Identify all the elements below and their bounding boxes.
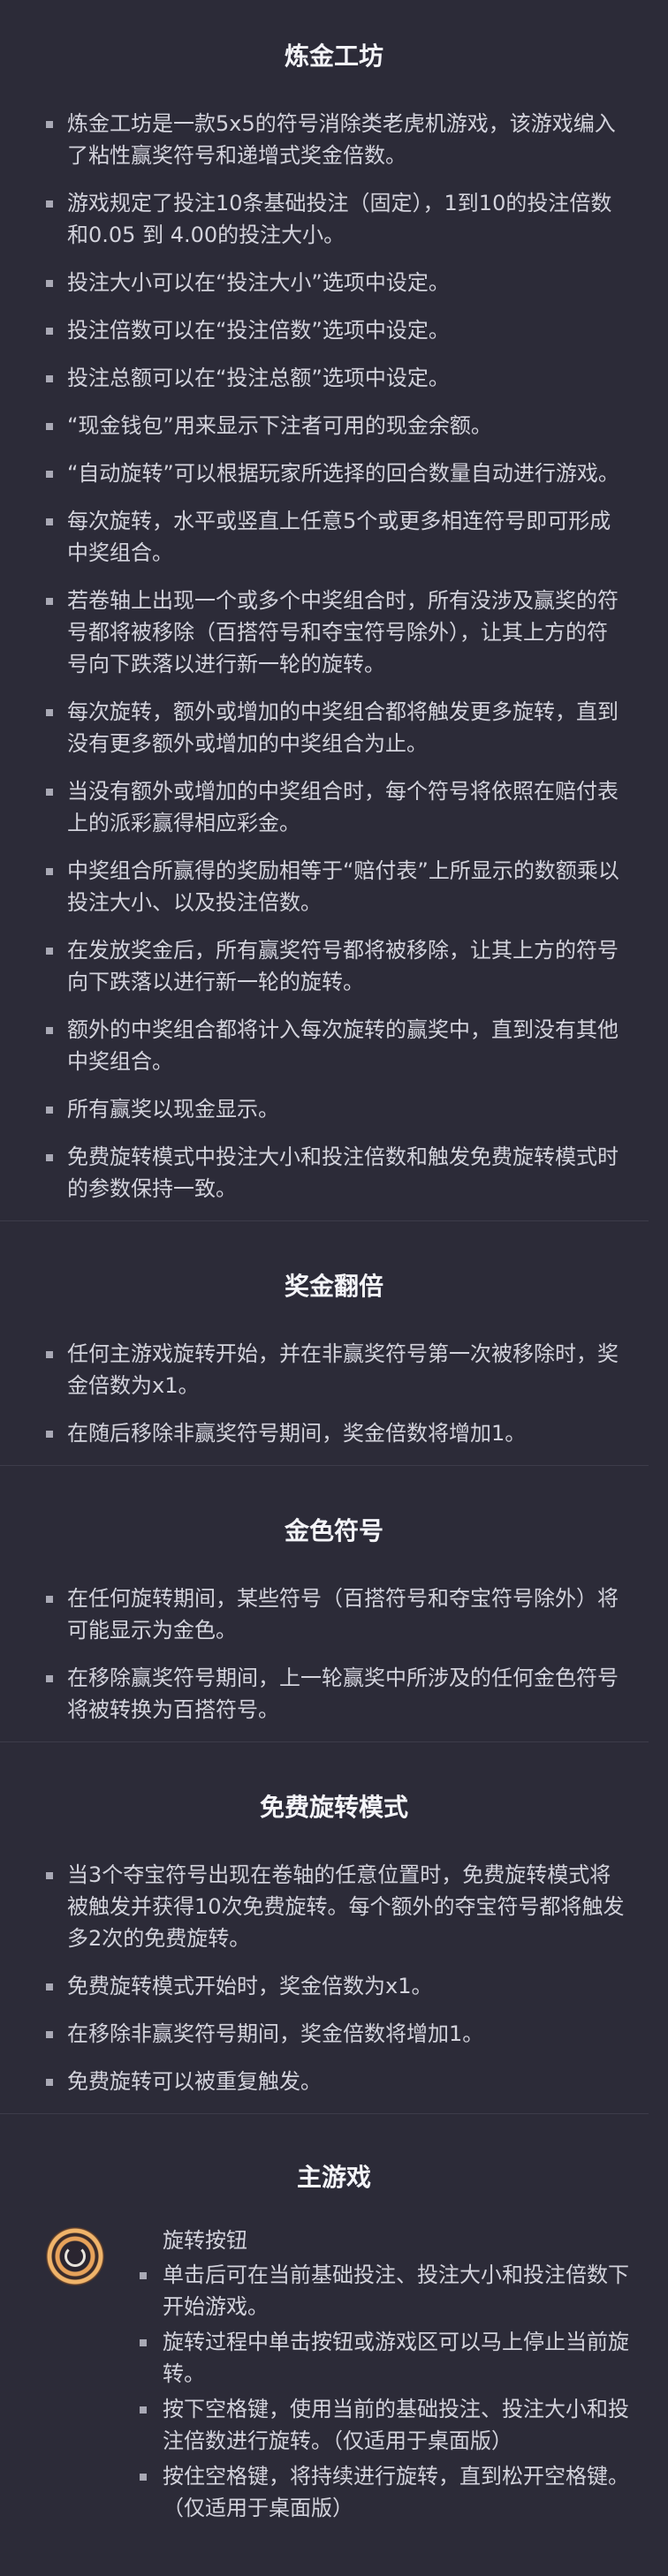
list-item: 任何主游戏旋转开始，并在非赢奖符号第一次被移除时，奖金倍数为x1。 bbox=[46, 1338, 626, 1401]
list-item: 按下空格键，使用当前的基础投注、投注大小和投注倍数进行旋转。（仅适用于桌面版） bbox=[138, 2393, 631, 2457]
list-item: “自动旋转”可以根据玩家所选择的回合数量自动进行游戏。 bbox=[46, 457, 626, 489]
list-item: 额外的中奖组合都将计入每次旋转的赢奖中，直到没有其他中奖组合。 bbox=[46, 1014, 626, 1077]
list-item: 每次旋转，水平或竖直上任意5个或更多相连符号即可形成中奖组合。 bbox=[46, 505, 626, 569]
spin-button-list: 单击后可在当前基础投注、投注大小和投注倍数下开始游戏。 旋转过程中单击按钮或游戏… bbox=[138, 2259, 631, 2524]
section-intro: 炼金工坊 炼金工坊是一款5x5的符号消除类老虎机游戏，该游戏编入了粘性赢奖符号和… bbox=[0, 0, 668, 1205]
list-item: 免费旋转模式中投注大小和投注倍数和触发免费旋转模式时的参数保持一致。 bbox=[46, 1141, 626, 1205]
list-item: 按住空格键，将持续进行旋转，直到松开空格键。（仅适用于桌面版） bbox=[138, 2460, 631, 2524]
section-free-spin: 免费旋转模式 当3个夺宝符号出现在卷轴的任意位置时，免费旋转模式将被触发并获得1… bbox=[0, 1742, 668, 2097]
list-item: 若卷轴上出现一个或多个中奖组合时，所有没涉及赢奖的符号都将被移除（百搭符号和夺宝… bbox=[46, 585, 626, 680]
list-item: “现金钱包”用来显示下注者可用的现金余额。 bbox=[46, 410, 626, 442]
section-title: 主游戏 bbox=[296, 2163, 371, 2192]
list-item: 在随后移除非赢奖符号期间，奖金倍数将增加1。 bbox=[46, 1417, 626, 1449]
list-item: 当3个夺宝符号出现在卷轴的任意位置时，免费旋转模式将被触发并获得10次免费旋转。… bbox=[46, 1859, 626, 1954]
rules-list: 在任何旋转期间，某些符号（百搭符号和夺宝符号除外）将可能显示为金色。 在移除赢奖… bbox=[0, 1583, 668, 1726]
section-multiplier: 奖金翻倍 任何主游戏旋转开始，并在非赢奖符号第一次被移除时，奖金倍数为x1。 在… bbox=[0, 1221, 668, 1449]
spin-button-description: 旋转按钮 单击后可在当前基础投注、投注大小和投注倍数下开始游戏。 旋转过程中单击… bbox=[140, 2225, 631, 2527]
list-item: 在发放奖金后，所有赢奖符号都将被移除，让其上方的符号向下跌落以进行新一轮的旋转。 bbox=[46, 934, 626, 998]
section-gold-symbols: 金色符号 在任何旋转期间，某些符号（百搭符号和夺宝符号除外）将可能显示为金色。 … bbox=[0, 1466, 668, 1726]
list-item: 投注倍数可以在“投注倍数”选项中设定。 bbox=[46, 314, 626, 346]
list-item: 投注大小可以在“投注大小”选项中设定。 bbox=[46, 267, 626, 298]
list-item: 在移除赢奖符号期间，上一轮赢奖中所涉及的任何金色符号将被转换为百搭符号。 bbox=[46, 1662, 626, 1726]
list-item: 游戏规定了投注10条基础投注（固定），1到10的投注倍数和0.05 到 4.00… bbox=[46, 187, 626, 251]
spin-button-heading: 旋转按钮 bbox=[163, 2228, 247, 2253]
spin-button-icon bbox=[46, 2227, 104, 2285]
section-title: 金色符号 bbox=[284, 1516, 383, 1545]
section-title: 炼金工坊 bbox=[284, 42, 383, 71]
section-title: 免费旋转模式 bbox=[259, 1793, 408, 1822]
list-item: 在任何旋转期间，某些符号（百搭符号和夺宝符号除外）将可能显示为金色。 bbox=[46, 1583, 626, 1646]
list-item: 旋转过程中单击按钮或游戏区可以马上停止当前旋转。 bbox=[138, 2326, 631, 2390]
list-item: 在移除非赢奖符号期间，奖金倍数将增加1。 bbox=[46, 2018, 626, 2050]
rules-list: 炼金工坊是一款5x5的符号消除类老虎机游戏，该游戏编入了粘性赢奖符号和递增式奖金… bbox=[0, 108, 668, 1205]
list-item: 炼金工坊是一款5x5的符号消除类老虎机游戏，该游戏编入了粘性赢奖符号和递增式奖金… bbox=[46, 108, 626, 171]
rules-page: 炼金工坊 炼金工坊是一款5x5的符号消除类老虎机游戏，该游戏编入了粘性赢奖符号和… bbox=[0, 0, 668, 2527]
section-main-game: 主游戏 旋转按钮 单击后可在当前基础投注、投注大小和投注倍数下开始游戏。 旋转过… bbox=[0, 2114, 668, 2527]
rules-list: 当3个夺宝符号出现在卷轴的任意位置时，免费旋转模式将被触发并获得10次免费旋转。… bbox=[0, 1859, 668, 2097]
list-item: 中奖组合所赢得的奖励相等于“赔付表”上所显示的数额乘以投注大小、以及投注倍数。 bbox=[46, 855, 626, 918]
list-item: 所有赢奖以现金显示。 bbox=[46, 1093, 626, 1125]
rules-list: 任何主游戏旋转开始，并在非赢奖符号第一次被移除时，奖金倍数为x1。 在随后移除非… bbox=[0, 1338, 668, 1449]
list-item: 当没有额外或增加的中奖组合时，每个符号将依照在赔付表上的派彩赢得相应彩金。 bbox=[46, 775, 626, 839]
section-title: 奖金翻倍 bbox=[284, 1272, 383, 1301]
list-item: 单击后可在当前基础投注、投注大小和投注倍数下开始游戏。 bbox=[138, 2259, 631, 2323]
list-item: 投注总额可以在“投注总额”选项中设定。 bbox=[46, 362, 626, 394]
list-item: 免费旋转可以被重复触发。 bbox=[46, 2066, 626, 2097]
spin-button-info: 旋转按钮 单击后可在当前基础投注、投注大小和投注倍数下开始游戏。 旋转过程中单击… bbox=[0, 2225, 668, 2527]
list-item: 每次旋转，额外或增加的中奖组合都将触发更多旋转，直到没有更多额外或增加的中奖组合… bbox=[46, 696, 626, 759]
list-item: 免费旋转模式开始时，奖金倍数为x1。 bbox=[46, 1970, 626, 2002]
